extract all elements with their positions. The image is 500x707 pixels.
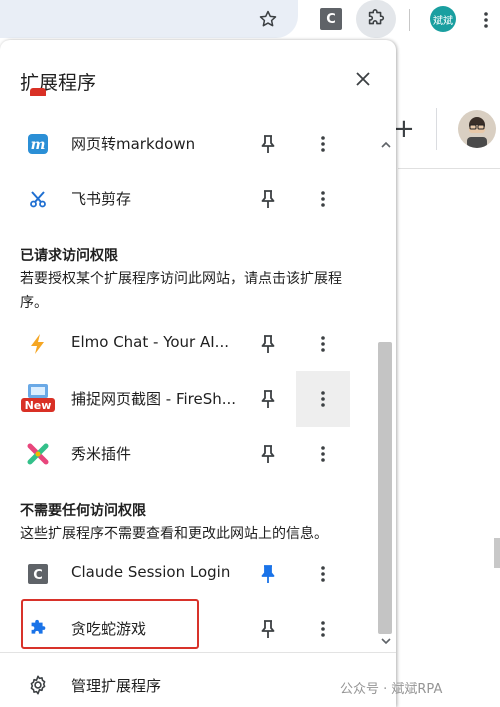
- gear-icon: [26, 673, 50, 697]
- extension-name: 飞书剪存: [71, 190, 132, 208]
- lightning-icon: [26, 332, 50, 356]
- svg-text:C: C: [33, 568, 43, 583]
- extension-name: Elmo Chat - Your AI...: [71, 333, 229, 351]
- address-bar[interactable]: [0, 0, 298, 38]
- extension-item-xiumi[interactable]: 秀米插件: [0, 428, 376, 480]
- fireshot-new-icon: New: [20, 384, 56, 412]
- page-scrollbar[interactable]: [494, 538, 500, 568]
- pin-icon-active[interactable]: [256, 562, 280, 586]
- extension-item-feishu[interactable]: 飞书剪存: [0, 173, 376, 225]
- pin-icon[interactable]: [256, 387, 280, 411]
- page-rule: [398, 168, 500, 169]
- panel-scrollbar[interactable]: [376, 136, 396, 660]
- scroll-up-icon[interactable]: [381, 140, 391, 150]
- new-badge: New: [25, 399, 52, 412]
- more-options-button[interactable]: [296, 371, 350, 427]
- more-options-button[interactable]: [296, 173, 350, 225]
- xiumi-icon: [26, 442, 50, 466]
- pin-icon[interactable]: [256, 187, 280, 211]
- manage-extensions-button[interactable]: 管理扩展程序: [0, 665, 396, 705]
- extensions-list: m 网页转markdown 飞书剪存 已请求访问权限 若要授权某个扩展程序访问此…: [0, 88, 396, 652]
- section-desc-no-access: 这些扩展程序不需要查看和更改此网站上的信息。: [20, 526, 328, 542]
- pin-icon[interactable]: [256, 442, 280, 466]
- pin-icon[interactable]: [256, 88, 280, 96]
- extension-name: 网页转markdown: [71, 135, 196, 153]
- extensions-popup: 扩展程序 m 网页转markdown 飞书剪存 已请求访问权限 若要授权某个扩展…: [0, 40, 396, 707]
- svg-text:m: m: [31, 137, 46, 153]
- page-divider: [436, 108, 437, 150]
- chrome-menu-icon[interactable]: [478, 8, 494, 32]
- pin-icon[interactable]: [256, 132, 280, 156]
- red-badge-icon: [26, 88, 50, 96]
- section-title-no-access: 不需要任何访问权限: [20, 503, 146, 519]
- puzzle-icon: [368, 9, 385, 25]
- scissors-icon: [26, 187, 50, 211]
- plus-icon[interactable]: +: [393, 116, 415, 142]
- pin-icon[interactable]: [256, 332, 280, 356]
- more-options-button[interactable]: [296, 318, 350, 370]
- extension-name: 捕捉网页截图 - FireSh...: [71, 390, 237, 408]
- profile-avatar[interactable]: 斌斌: [430, 6, 456, 32]
- extension-item-snake-game[interactable]: 贪吃蛇游戏: [0, 603, 376, 652]
- more-options-button[interactable]: [296, 428, 350, 480]
- more-options-button[interactable]: [296, 118, 350, 170]
- scroll-thumb[interactable]: [378, 342, 392, 634]
- pin-icon[interactable]: [256, 617, 280, 641]
- puzzle-icon: [26, 617, 50, 641]
- section-title-requested: 已请求访问权限: [20, 248, 118, 264]
- extension-name: 秀米插件: [71, 445, 132, 463]
- extensions-puzzle-button[interactable]: [356, 0, 396, 38]
- page-avatar[interactable]: [458, 110, 496, 148]
- extension-item-claude[interactable]: C Claude Session Login: [0, 548, 376, 600]
- extension-name: 贪吃蛇游戏: [71, 620, 147, 638]
- more-options-button[interactable]: [296, 603, 350, 652]
- star-icon[interactable]: [255, 6, 281, 32]
- claude-extension-icon[interactable]: C: [320, 8, 342, 30]
- extension-item-markdown[interactable]: m 网页转markdown: [0, 118, 376, 170]
- markdown-m-icon: m: [26, 132, 50, 156]
- section-desc-requested: 若要授权某个扩展程序访问此网站，请点击该扩展程序。: [20, 271, 342, 311]
- manage-extensions-label: 管理扩展程序: [71, 677, 162, 695]
- claude-c-icon: C: [26, 562, 50, 586]
- more-options-button[interactable]: [296, 548, 350, 600]
- extension-item-elmo[interactable]: Elmo Chat - Your AI...: [0, 318, 376, 370]
- extension-item-fireshot[interactable]: New 捕捉网页截图 - FireSh...: [0, 371, 376, 427]
- scroll-down-icon[interactable]: [381, 636, 391, 646]
- browser-toolbar: C 斌斌: [0, 0, 500, 40]
- extension-item-partial[interactable]: [0, 88, 376, 110]
- watermark: 公众号 · 斌斌RPA: [340, 682, 443, 697]
- footer-divider: [0, 652, 396, 653]
- toolbar-divider: [409, 9, 410, 31]
- extension-name: Claude Session Login: [71, 563, 231, 581]
